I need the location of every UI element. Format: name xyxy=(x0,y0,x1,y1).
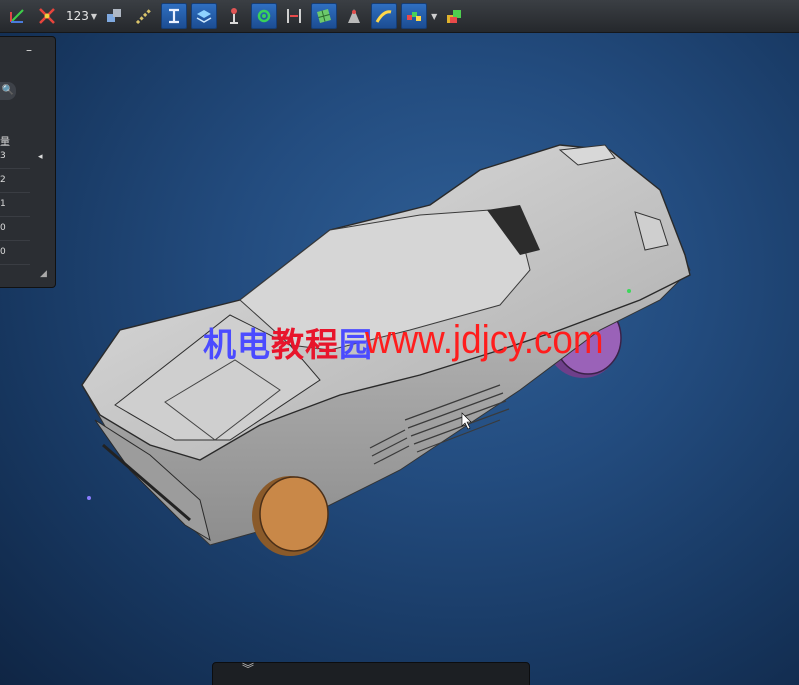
list-item[interactable]: 3 xyxy=(0,145,30,169)
bottom-panel xyxy=(212,662,530,685)
list-item[interactable]: 0 xyxy=(0,217,30,241)
numbering-label[interactable]: 123 xyxy=(66,9,89,23)
search-icon[interactable]: 🔍 xyxy=(0,82,16,100)
watermark-chinese: 机电教程园 xyxy=(203,325,373,364)
list-item[interactable]: 0 xyxy=(0,241,30,265)
minimize-button[interactable]: – xyxy=(26,43,32,57)
axis-triad-icon[interactable] xyxy=(4,3,30,29)
expand-panel-icon[interactable]: ︾ xyxy=(242,660,254,677)
chevron-down-icon[interactable]: ▼ xyxy=(431,12,437,21)
watermark-url: www.jdjcy.com xyxy=(365,318,604,362)
chevron-down-icon[interactable]: ▼ xyxy=(91,12,97,21)
list-item[interactable]: 1 xyxy=(0,193,30,217)
pin-tool-icon[interactable] xyxy=(221,3,247,29)
i-beam-icon[interactable] xyxy=(161,3,188,29)
3d-viewport[interactable]: 机电教程园 www.jdjcy.com 123 ▼ ▼ – 🔍 量 3 2 1 … xyxy=(0,0,799,685)
front-wheel xyxy=(259,476,329,552)
node-select-icon[interactable] xyxy=(251,3,278,29)
constraint-chain-icon[interactable] xyxy=(131,3,157,29)
panel-list: 3 2 1 0 0 xyxy=(0,145,30,265)
cone-tool-icon[interactable] xyxy=(341,3,367,29)
resize-grip-icon[interactable]: ◢ xyxy=(40,269,47,279)
scene-point xyxy=(87,496,91,500)
layers-icon[interactable] xyxy=(191,3,218,29)
surface-grid-icon[interactable] xyxy=(311,3,338,29)
assembly-icon[interactable] xyxy=(101,3,127,29)
collapse-arrow-icon[interactable]: ◂ xyxy=(38,152,43,162)
scene-point xyxy=(627,289,631,293)
dimension-icon[interactable] xyxy=(281,3,307,29)
snap-cross-icon[interactable] xyxy=(34,3,60,29)
list-item[interactable]: 2 xyxy=(0,169,30,193)
model-tree-panel: – 🔍 量 3 2 1 0 0 ◂ ◢ xyxy=(0,36,56,288)
cube-stack-icon[interactable] xyxy=(441,3,467,29)
sweep-icon[interactable] xyxy=(371,3,398,29)
main-toolbar: 123 ▼ ▼ xyxy=(0,0,799,33)
color-swatch-icon[interactable] xyxy=(401,3,428,29)
